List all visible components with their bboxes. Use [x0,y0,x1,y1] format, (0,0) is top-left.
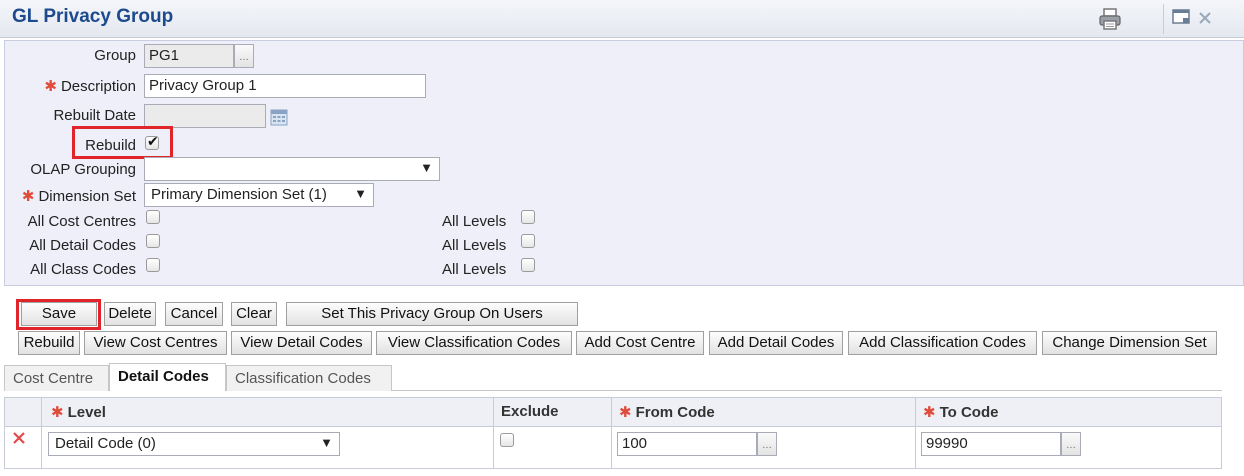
window-icon[interactable] [1172,9,1192,27]
rebuild-button[interactable]: Rebuild [18,331,80,355]
required-icon: ✱ [619,404,632,421]
all-cost-centres-label: All Cost Centres [27,213,136,230]
dropdown-arrow-icon: ▼ [420,160,433,175]
calendar-icon[interactable] [270,108,288,126]
dimension-set-label: ✱ Dimension Set [21,188,136,205]
all-cost-centres-checkbox[interactable] [146,210,160,224]
delete-row-icon[interactable] [12,431,26,445]
olap-grouping-label: OLAP Grouping [30,161,136,178]
description-label: ✱ Description [44,78,136,95]
to-code-field[interactable]: 99990 [921,432,1061,456]
rebuilt-date-field[interactable] [144,104,266,128]
tab-detail-codes[interactable]: Detail Codes [109,363,226,391]
from-code-field[interactable]: 100 [617,432,757,456]
all-detail-codes-checkbox[interactable] [146,234,160,248]
header-divider [1163,4,1164,34]
set-privacy-group-on-users-button[interactable]: Set This Privacy Group On Users [286,302,578,326]
page-title: GL Privacy Group [12,6,174,27]
level-select[interactable]: Detail Code (0) ▼ [48,432,340,456]
clear-button[interactable]: Clear [231,302,277,326]
print-icon[interactable] [1098,7,1122,31]
view-classification-codes-button[interactable]: View Classification Codes [376,331,572,355]
view-cost-centres-button[interactable]: View Cost Centres [84,331,227,355]
add-detail-codes-button[interactable]: Add Detail Codes [709,331,843,355]
rebuild-checkbox[interactable] [145,133,159,150]
group-lookup-button[interactable]: … [234,44,254,68]
column-header-exclude: Exclude [501,403,559,420]
rebuilt-date-label: Rebuilt Date [53,107,136,124]
group-label: Group [94,47,136,64]
to-code-lookup-button[interactable]: … [1061,432,1081,456]
all-levels-checkbox-1[interactable] [521,210,535,224]
required-icon: ✱ [21,188,35,205]
delete-button[interactable]: Delete [104,302,156,326]
exclude-checkbox[interactable] [500,433,514,447]
save-button[interactable]: Save [21,302,97,326]
from-code-lookup-button[interactable]: … [757,432,777,456]
required-icon: ✱ [51,404,64,421]
all-levels-checkbox-2[interactable] [521,234,535,248]
all-levels-checkbox-3[interactable] [521,258,535,272]
required-icon: ✱ [44,78,57,95]
add-cost-centre-button[interactable]: Add Cost Centre [576,331,704,355]
all-levels-label-1: All Levels [442,213,507,230]
add-classification-codes-button[interactable]: Add Classification Codes [848,331,1037,355]
all-detail-codes-label: All Detail Codes [29,237,136,254]
column-header-level: ✱ Level [51,404,106,421]
all-levels-label-3: All Levels [442,261,507,278]
tab-classification-codes[interactable]: Classification Codes [226,365,392,391]
tab-cost-centre[interactable]: Cost Centre [4,365,109,391]
close-icon[interactable] [1198,11,1212,25]
view-detail-codes-button[interactable]: View Detail Codes [231,331,372,355]
dropdown-arrow-icon: ▼ [354,186,367,201]
cancel-button[interactable]: Cancel [165,302,223,326]
dimension-set-select[interactable]: Primary Dimension Set (1) ▼ [144,183,374,207]
description-field[interactable]: Privacy Group 1 [144,74,426,98]
rebuild-label: Rebuild [85,137,136,154]
title-bar: GL Privacy Group [0,0,1244,38]
column-header-from-code: ✱ From Code [619,404,715,421]
required-icon: ✱ [923,404,936,421]
group-field[interactable]: PG1 [144,44,234,68]
olap-grouping-select[interactable]: ▼ [144,157,440,181]
change-dimension-set-button[interactable]: Change Dimension Set [1042,331,1217,355]
column-header-to-code: ✱ To Code [923,404,999,421]
all-class-codes-checkbox[interactable] [146,258,160,272]
dropdown-arrow-icon: ▼ [320,435,333,450]
all-levels-label-2: All Levels [442,237,507,254]
all-class-codes-label: All Class Codes [30,261,136,278]
